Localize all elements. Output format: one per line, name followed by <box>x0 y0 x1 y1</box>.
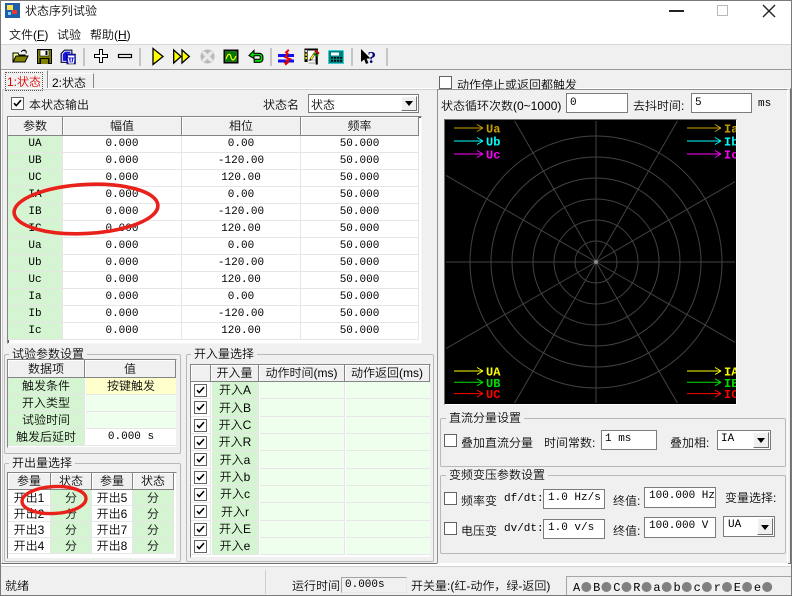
svg-text:E: E <box>734 581 741 595</box>
svg-text:a: a <box>653 581 660 595</box>
svg-text:IC: IC <box>724 388 736 402</box>
svg-text:A: A <box>573 581 581 595</box>
svg-text:c: c <box>694 581 701 595</box>
svg-text:B: B <box>593 581 600 595</box>
svg-text:b: b <box>674 581 681 595</box>
svg-text:C: C <box>613 581 620 595</box>
svg-text:UC: UC <box>486 388 500 402</box>
svg-text:Ub: Ub <box>486 136 500 150</box>
svg-text:Uc: Uc <box>486 149 500 163</box>
svg-text:R: R <box>633 581 640 595</box>
svg-text:?: ? <box>368 48 377 67</box>
svg-text:Ic: Ic <box>724 149 736 163</box>
svg-text:r: r <box>714 581 721 595</box>
svg-text:Ia: Ia <box>724 123 736 137</box>
svg-text:e: e <box>754 581 761 595</box>
svg-text:Ib: Ib <box>724 136 736 150</box>
svg-text:Ua: Ua <box>486 123 500 137</box>
